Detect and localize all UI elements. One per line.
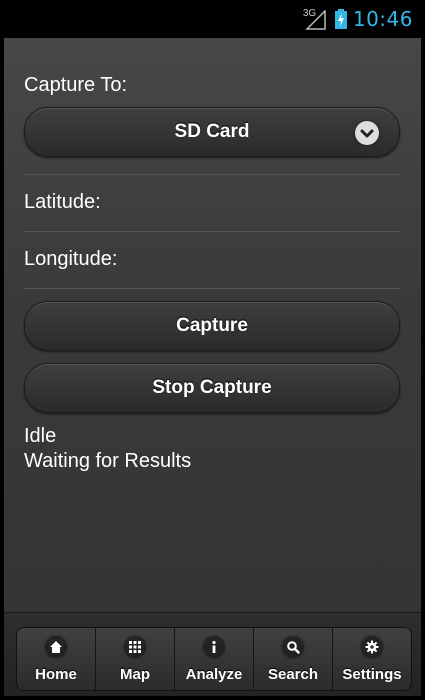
nav-label: Home <box>35 666 77 683</box>
nav-label: Map <box>120 666 150 683</box>
nav-label: Settings <box>342 666 402 683</box>
status-text: Idle Waiting for Results <box>24 424 191 474</box>
home-icon <box>45 636 67 658</box>
network-signal-icon: 3G <box>303 8 329 30</box>
bottom-navbar: Home Map Analyze Search Settings <box>4 612 421 696</box>
divider <box>24 288 400 289</box>
nav-label: Analyze <box>185 666 243 683</box>
status-line: Idle <box>24 425 57 447</box>
chevron-down-icon <box>355 121 379 145</box>
nav-search[interactable]: Search <box>254 628 333 690</box>
signal-icon <box>305 10 326 30</box>
nav-map[interactable]: Map <box>96 628 175 690</box>
battery-icon <box>334 9 347 29</box>
latitude-label: Latitude: <box>24 191 101 213</box>
capture-to-label: Capture To: <box>24 74 128 96</box>
nav-home[interactable]: Home <box>17 628 96 690</box>
stop-capture-button[interactable]: Stop Capture <box>24 363 400 413</box>
capture-button[interactable]: Capture <box>24 301 400 351</box>
grid-icon <box>124 636 146 658</box>
divider <box>24 231 400 232</box>
gear-icon <box>361 636 383 658</box>
capture-to-value: SD Card <box>174 121 250 142</box>
nav-analyze[interactable]: Analyze <box>175 628 254 690</box>
nav-settings[interactable]: Settings <box>333 628 411 690</box>
info-icon <box>203 636 225 658</box>
capture-to-select[interactable]: SD Card <box>24 107 400 157</box>
search-icon <box>282 636 304 658</box>
nav-label: Search <box>267 666 319 683</box>
clock: 10:46 <box>352 7 413 31</box>
longitude-label: Longitude: <box>24 248 118 270</box>
app-content: Capture To: SD Card Latitude: Longitude:… <box>4 38 421 696</box>
divider <box>24 174 400 175</box>
status-bar: 3G 10:46 <box>0 0 425 38</box>
navbar-group: Home Map Analyze Search Settings <box>16 627 412 691</box>
status-line: Waiting for Results <box>24 450 192 472</box>
